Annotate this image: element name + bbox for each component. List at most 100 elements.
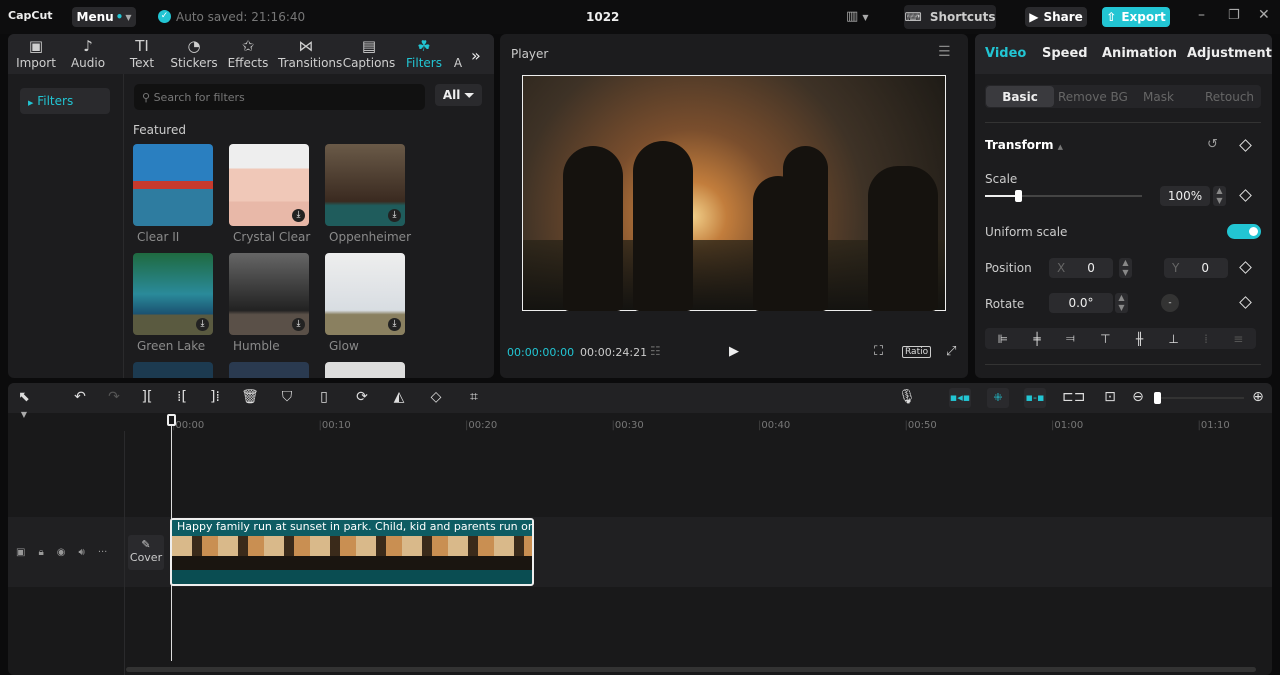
filter-thumbnail[interactable]: ⤓ <box>325 253 405 335</box>
auto-snap-icon[interactable]: ⁜ <box>987 388 1009 408</box>
close-icon[interactable]: ✕ <box>1258 7 1270 23</box>
player-menu-icon[interactable]: ☰ <box>938 44 951 60</box>
minimize-icon[interactable]: – <box>1198 7 1205 23</box>
zoom-in-icon[interactable]: ⊕ <box>1248 389 1268 405</box>
tab-text[interactable]: TI Text <box>114 36 170 70</box>
redo-icon[interactable]: ↷ <box>104 389 124 405</box>
zoom-slider[interactable] <box>1154 392 1244 404</box>
subtab-mask[interactable]: Mask <box>1143 90 1174 104</box>
track-video-icon[interactable]: ▣ <box>16 547 25 558</box>
scale-stepper[interactable]: ▲ ▼ <box>1213 186 1226 206</box>
tab-adjustment[interactable]: Adjustment <box>1187 46 1272 61</box>
position-y-input[interactable]: Y0 <box>1164 258 1228 278</box>
position-x-input[interactable]: X0 <box>1049 258 1113 278</box>
mirror-icon[interactable]: ◭ <box>389 389 409 405</box>
shortcuts-button[interactable]: ⌨ Shortcuts <box>904 5 996 29</box>
tab-import[interactable]: ▣ Import <box>8 36 64 70</box>
reset-icon[interactable]: ↺ <box>1207 137 1218 152</box>
distribute-h-icon[interactable]: ⁞ <box>1204 332 1208 346</box>
video-clip[interactable]: Happy family run at sunset in park. Chil… <box>170 518 534 586</box>
play-button[interactable]: ▶ <box>729 344 739 359</box>
layout-icon[interactable]: ▥ ▼ <box>846 9 869 24</box>
subtab-basic[interactable]: Basic <box>986 86 1054 107</box>
tab-effects[interactable]: ✩ Effects <box>220 36 276 70</box>
crop-icon[interactable]: ⌗ <box>464 389 484 405</box>
tab-audio[interactable]: ♪ Audio <box>60 36 116 70</box>
split-icon[interactable]: ][ <box>137 389 157 405</box>
rotate-dial[interactable]: - <box>1161 294 1179 312</box>
menu-button[interactable]: Menu • ▼ <box>72 7 136 27</box>
position-x-stepper[interactable]: ▲ ▼ <box>1119 258 1132 278</box>
volume-icon[interactable]: 🔊︎ <box>79 547 85 558</box>
timeline-view-icon[interactable]: ☷ <box>650 344 661 358</box>
tab-transitions[interactable]: ⋈ Transitions <box>278 36 342 70</box>
filter-all-button[interactable]: All ⏷ <box>435 84 482 106</box>
fit-icon[interactable]: ⛶ <box>874 344 883 359</box>
position-keyframe-icon[interactable] <box>1239 261 1252 274</box>
rotate-icon[interactable]: ◇ <box>426 389 446 405</box>
tab-speed[interactable]: Speed <box>1042 46 1088 61</box>
fullscreen-icon[interactable]: ⤢ <box>946 344 956 359</box>
delete-icon[interactable]: 🗑 <box>240 389 260 405</box>
download-icon[interactable]: ⤓ <box>388 209 401 222</box>
filter-thumbnail[interactable]: ⤓ <box>229 253 309 335</box>
link-icon[interactable]: ▪-▪ <box>1024 388 1046 408</box>
download-icon[interactable]: ⤓ <box>292 209 305 222</box>
subtab-remove-bg[interactable]: Remove BG <box>1058 90 1128 104</box>
transform-heading[interactable]: Transform ▲ <box>985 138 1063 152</box>
split-left-icon[interactable]: ⁞[ <box>172 389 192 405</box>
zoom-out-icon[interactable]: ⊖ <box>1128 389 1148 405</box>
uniform-scale-toggle[interactable] <box>1227 224 1261 239</box>
eye-icon[interactable]: ◉ <box>57 547 66 558</box>
align-right-icon[interactable]: ⫤ <box>1066 331 1075 346</box>
align-left-icon[interactable]: ⊫ <box>998 332 1008 346</box>
zoom-fit-icon[interactable]: ⊡ <box>1100 389 1120 405</box>
maximize-icon[interactable]: ❐ <box>1228 8 1240 23</box>
keyframe-icon[interactable] <box>1239 139 1252 152</box>
scale-input[interactable]: 100% <box>1160 186 1210 206</box>
tab-stickers[interactable]: ◔ Stickers <box>166 36 222 70</box>
distribute-v-icon[interactable]: ≡ <box>1233 332 1243 346</box>
align-center-h-icon[interactable]: ╪ <box>1033 332 1040 346</box>
reverse-icon[interactable]: ⟳ <box>352 389 372 405</box>
download-icon[interactable]: ⤓ <box>292 318 305 331</box>
horizontal-scrollbar[interactable] <box>126 667 1256 672</box>
rotate-keyframe-icon[interactable] <box>1239 296 1252 309</box>
video-preview[interactable] <box>522 75 946 311</box>
tab-video[interactable]: Video <box>985 46 1026 61</box>
download-icon[interactable]: ⤓ <box>388 318 401 331</box>
tab-filters[interactable]: ☘ Filters <box>396 36 452 70</box>
lock-icon[interactable]: 🔒︎ <box>38 547 43 558</box>
filter-thumbnail[interactable]: ⤓ <box>229 144 309 226</box>
tab-animation[interactable]: Animation <box>1102 46 1177 61</box>
more-tabs-icon[interactable]: » <box>471 46 481 65</box>
ratio-button[interactable]: Ratio <box>902 346 932 358</box>
tab-a[interactable]: A <box>448 36 468 70</box>
scale-slider[interactable] <box>985 190 1142 202</box>
filter-thumbnail[interactable] <box>133 144 213 226</box>
subtab-retouch[interactable]: Retouch <box>1205 90 1254 104</box>
select-tool-icon[interactable]: ⬉ ▼ <box>14 389 34 421</box>
scale-keyframe-icon[interactable] <box>1239 189 1252 202</box>
filter-thumbnail[interactable]: ⤓ <box>325 144 405 226</box>
preview-axis-icon[interactable]: ⊏⊐ <box>1062 389 1085 405</box>
scale-slider-handle[interactable] <box>1015 190 1022 202</box>
rotate-stepper[interactable]: ▲ ▼ <box>1115 293 1128 313</box>
sidebar-item-filters[interactable]: ▶ Filters <box>20 88 110 114</box>
marker-icon[interactable]: ⛉ <box>277 389 297 405</box>
align-center-v-icon[interactable]: ╫ <box>1136 332 1143 346</box>
more-icon[interactable]: ··· <box>98 547 108 558</box>
split-right-icon[interactable]: ]⁞ <box>205 389 225 405</box>
align-top-icon[interactable]: ⊤ <box>1100 332 1110 346</box>
cover-button[interactable]: ✎ Cover <box>128 535 164 570</box>
filter-thumbnail[interactable]: ⤓ <box>133 253 213 335</box>
share-button[interactable]: ▶ Share <box>1025 7 1087 27</box>
rotate-input[interactable]: 0.0° <box>1049 293 1113 313</box>
undo-icon[interactable]: ↶ <box>70 389 90 405</box>
align-bottom-icon[interactable]: ⊥ <box>1168 332 1178 346</box>
download-icon[interactable]: ⤓ <box>196 318 209 331</box>
export-button[interactable]: ⇧ Export <box>1102 7 1170 27</box>
microphone-icon[interactable]: 🎙 <box>897 389 917 405</box>
freeze-icon[interactable]: ▯ <box>314 389 334 405</box>
main-track-magnet-icon[interactable]: ▪◂▪ <box>949 388 971 408</box>
